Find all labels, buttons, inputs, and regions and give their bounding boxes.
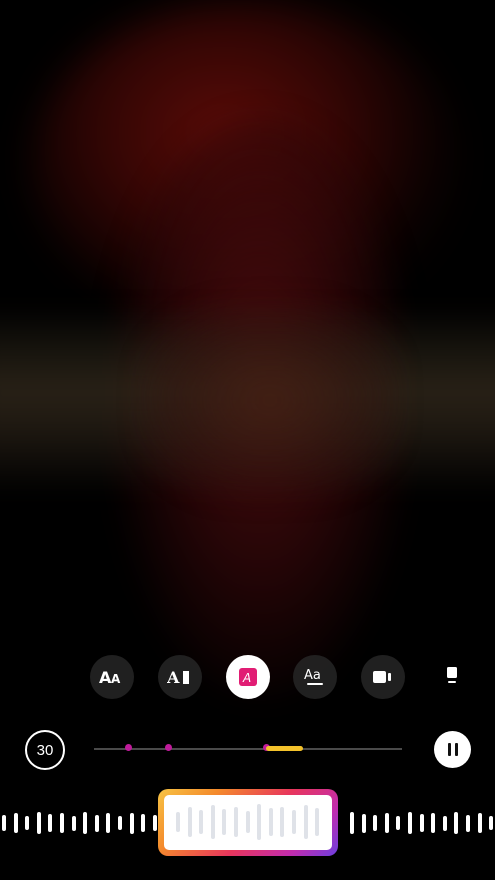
waveform-bar: [245, 811, 250, 833]
waveform-bar: [118, 816, 122, 830]
waveform-bar: [48, 814, 53, 832]
duration-button[interactable]: 30: [25, 730, 65, 770]
waveform-bar: [477, 813, 482, 833]
progress-marker[interactable]: [124, 744, 132, 751]
svg-text:A: A: [242, 671, 251, 685]
waveform-bar: [176, 812, 180, 832]
text-style-button[interactable]: A: [226, 655, 270, 699]
waveform-bar: [373, 815, 378, 831]
story-editor-screen: A A A A Aa 30: [0, 0, 495, 880]
waveform-bar: [36, 812, 41, 834]
waveform-bar: [71, 815, 76, 831]
waveform-bar: [25, 816, 30, 830]
waveform-bar: [292, 810, 296, 834]
waveform-bar: [419, 814, 424, 832]
waveform-bar: [431, 813, 436, 833]
text-tools-toolbar: A A A A Aa: [0, 655, 495, 701]
text-underline-icon: Aa: [303, 667, 327, 687]
text-size-button[interactable]: A A: [90, 655, 134, 699]
waveform-bar: [141, 814, 146, 832]
duration-label: 30: [36, 741, 54, 759]
card-icon: [444, 666, 460, 688]
waveform-bar: [13, 813, 18, 833]
text-size-icon: A A: [99, 668, 125, 686]
audio-clip-selector[interactable]: [158, 789, 338, 856]
waveform-bar: [489, 816, 494, 830]
waveform-bar: [361, 813, 366, 833]
background-band-center: [140, 300, 400, 500]
waveform-bar: [315, 808, 320, 836]
waveform-bar: [199, 810, 204, 834]
text-align-button[interactable]: A: [158, 655, 202, 699]
waveform-bar: [2, 815, 6, 831]
waveform-bar: [280, 807, 285, 837]
progress-selection[interactable]: [266, 746, 304, 751]
video-button[interactable]: [361, 655, 405, 699]
waveform-bar: [454, 812, 459, 834]
waveform-bar: [384, 813, 389, 833]
waveform-bar: [129, 812, 134, 834]
waveform-bar: [60, 813, 64, 833]
waveform-bar: [83, 812, 88, 834]
card-button[interactable]: [430, 655, 474, 699]
waveform-bar: [187, 807, 192, 837]
waveform-bar: [442, 815, 447, 831]
text-style-icon: A: [238, 667, 258, 687]
waveform-bar: [408, 812, 412, 834]
waveform-bar: [106, 813, 111, 833]
text-align-icon: A: [167, 668, 193, 686]
waveform-bar: [152, 815, 157, 831]
progress-track[interactable]: [94, 748, 402, 750]
waveform-bar: [94, 814, 99, 832]
waveform-bar: [466, 814, 470, 832]
progress-marker[interactable]: [164, 744, 172, 751]
text-underline-button[interactable]: Aa: [293, 655, 337, 699]
waveform-bar: [257, 804, 262, 840]
svg-text:A: A: [111, 672, 121, 686]
waveform-bar: [350, 812, 354, 834]
waveform-bar: [396, 816, 401, 830]
pause-icon: [446, 743, 460, 756]
waveform-bar: [234, 807, 238, 837]
svg-text:Aa: Aa: [304, 668, 321, 683]
svg-text:A: A: [167, 668, 180, 686]
waveform-bar: [268, 808, 273, 836]
audio-clip-selection-window: [164, 795, 332, 850]
waveform-bar: [222, 809, 227, 835]
pause-button[interactable]: [434, 731, 471, 768]
waveform-bar: [210, 805, 215, 839]
video-icon: [372, 670, 394, 684]
waveform-bar: [303, 805, 308, 839]
